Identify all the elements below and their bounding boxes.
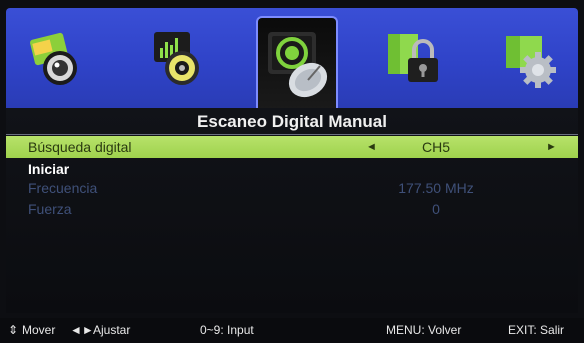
menu-icon-bar [6,8,578,110]
setup-gear-icon [506,36,556,88]
help-adjust: Ajustar [93,323,131,337]
help-move: Mover [22,323,56,337]
help-input: 0~9: Input [200,323,254,337]
up-down-icon: ⇕ [8,323,19,337]
picture-icon [29,32,77,85]
tab-sound[interactable] [138,18,210,98]
channel-satellite-icon [268,32,328,98]
help-bar: ⇕ Mover ◄► Ajustar 0~9: Input MENU: Volv… [0,318,584,343]
tab-picture[interactable] [20,18,92,98]
digital-search-label: Búsqueda digital [28,139,132,155]
tab-setup[interactable] [494,18,566,98]
digital-search-value: CH5 [421,139,450,155]
row-strength: Fuerza 0 [6,198,578,220]
tv-osd-screen: Escaneo Digital Manual Búsqueda digital … [0,0,584,343]
tab-lock[interactable] [378,18,450,98]
help-exit: EXIT: Salir [508,323,565,337]
arrow-right-icon[interactable]: ► [546,136,557,158]
panel-title: Escaneo Digital Manual [197,112,387,131]
frequency-label: Frecuencia [28,180,98,196]
help-menu-back: MENU: Volver [386,323,462,337]
manual-scan-panel: Escaneo Digital Manual Búsqueda digital … [6,108,578,313]
frequency-value: 177.50 MHz [398,180,474,196]
tab-channel[interactable] [256,16,338,110]
row-frequency: Frecuencia 177.50 MHz [6,177,578,199]
title-divider [6,134,578,135]
row-digital-search[interactable]: Búsqueda digital ◄ CH5 ► [6,136,578,158]
lock-icon [388,34,438,82]
strength-value: 0 [432,201,440,217]
sound-icon [154,32,199,85]
left-right-icon: ◄► [70,323,94,337]
strength-label: Fuerza [28,201,72,217]
